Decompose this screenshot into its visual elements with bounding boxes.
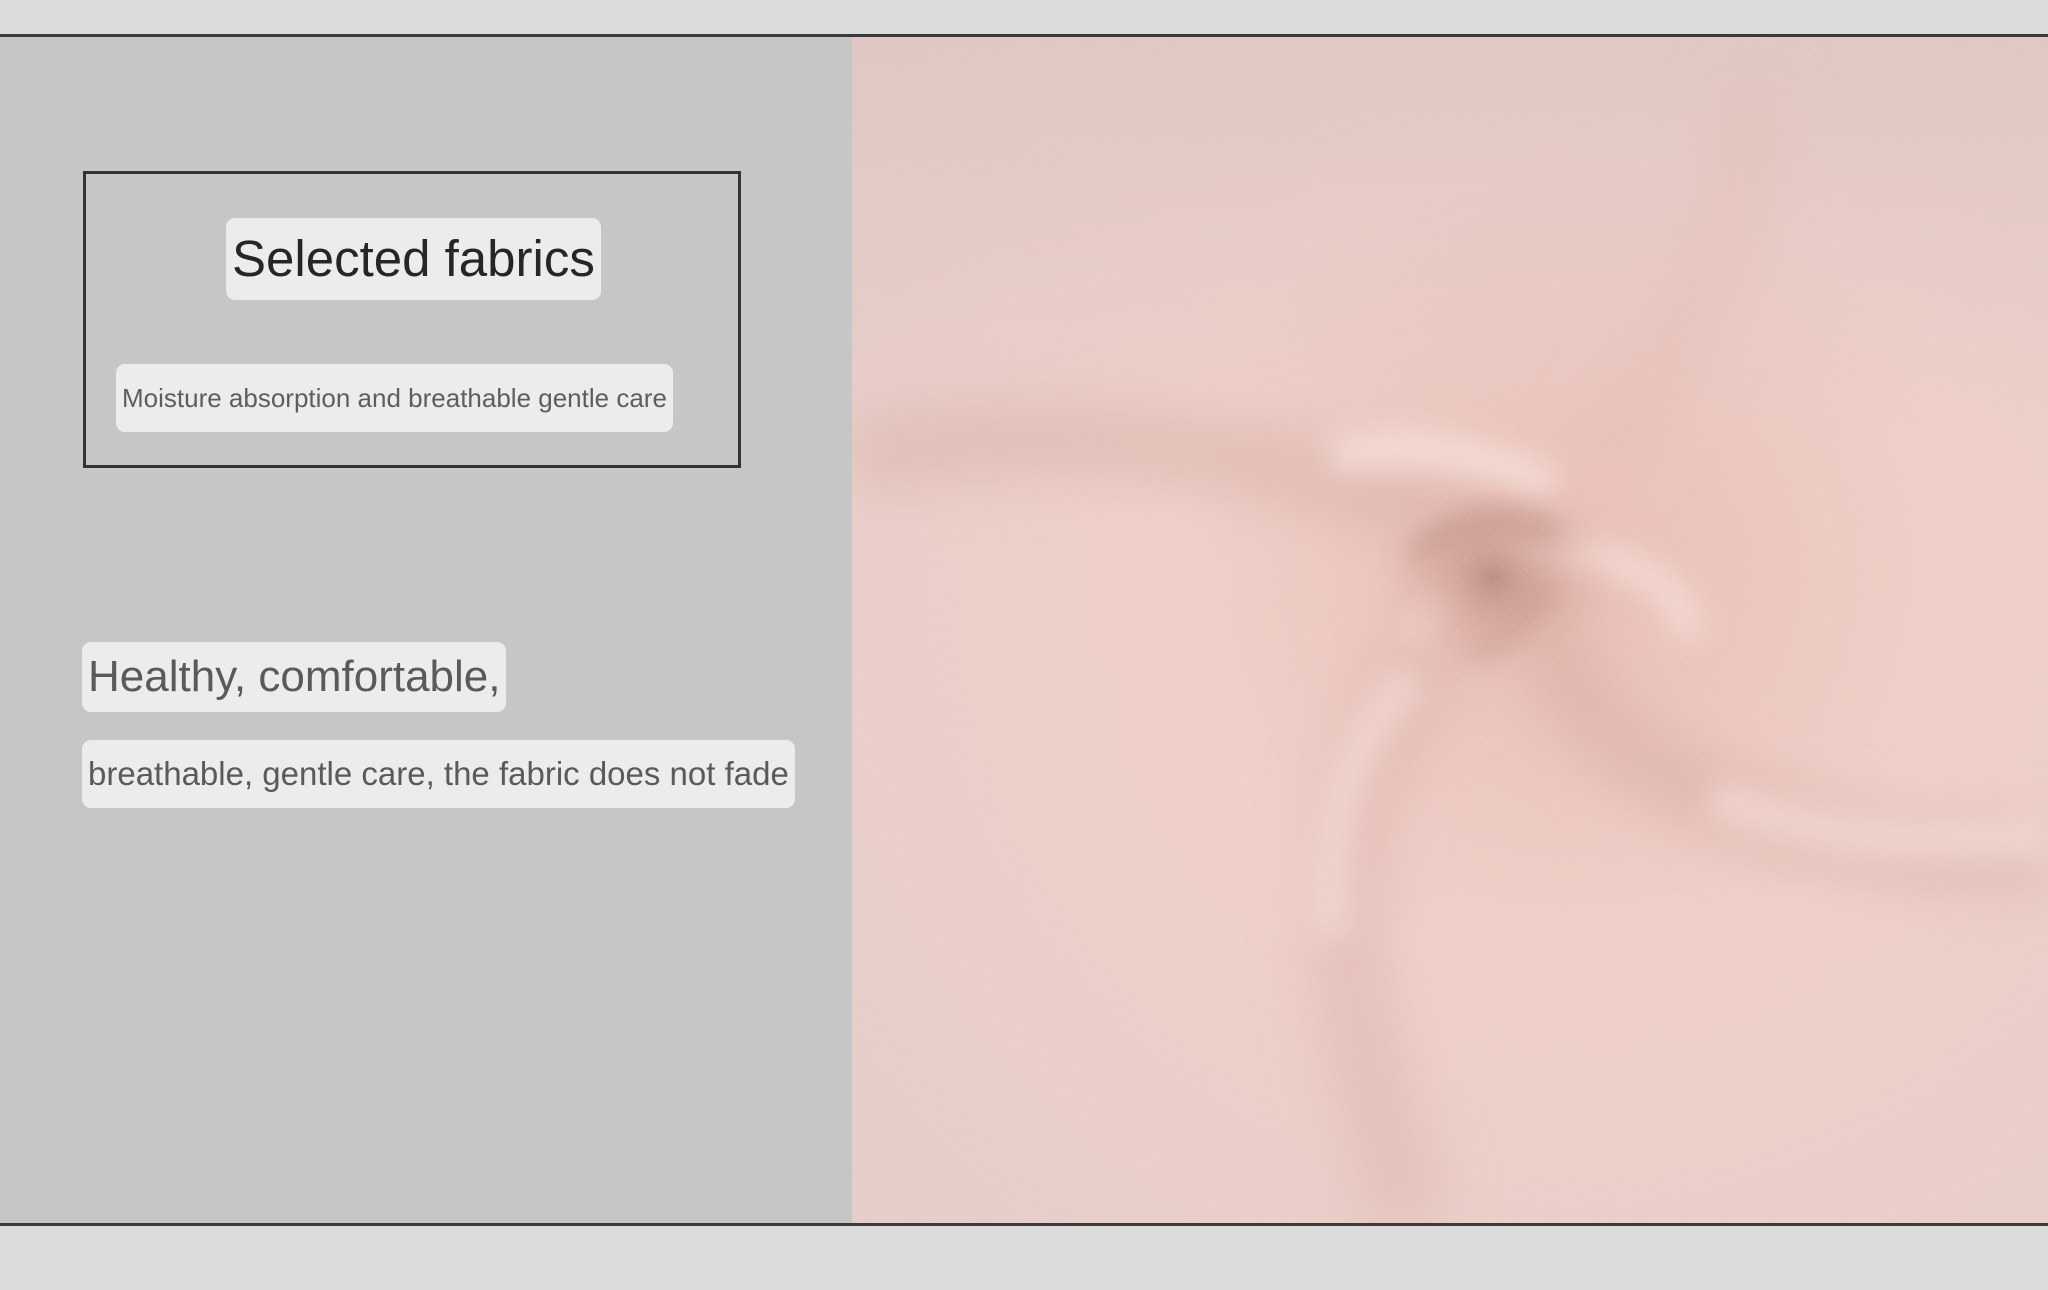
fabric-swirl-image (852, 37, 2048, 1223)
feature-description: breathable, gentle care, the fabric does… (82, 740, 795, 808)
text-panel: Selected fabrics Moisture absorption and… (0, 37, 852, 1223)
section-title: Selected fabrics (226, 218, 601, 300)
title-frame: Selected fabrics Moisture absorption and… (83, 171, 741, 468)
fabric-feature-banner: Selected fabrics Moisture absorption and… (0, 34, 2048, 1226)
product-detail-page: Selected fabrics Moisture absorption and… (0, 0, 2048, 1290)
fabric-photo (852, 37, 2048, 1223)
section-subtitle: Moisture absorption and breathable gentl… (116, 364, 673, 432)
feature-headline: Healthy, comfortable, (82, 642, 507, 712)
